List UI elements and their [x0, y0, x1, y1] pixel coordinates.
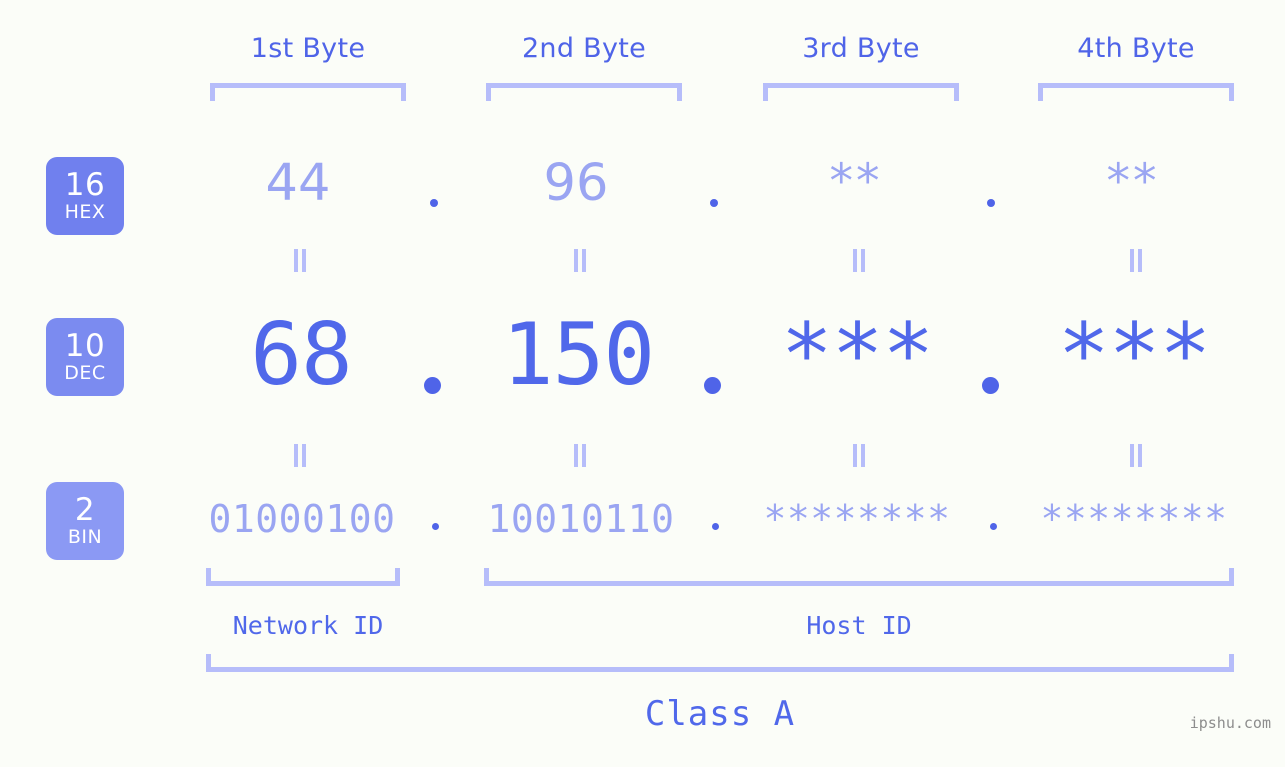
base-badge-bin[interactable]: 2 BIN [46, 482, 124, 560]
equals-mark-dec-bin-2 [573, 444, 587, 467]
dec-octet-2: 150 [501, 305, 655, 405]
dec-octet-3: *** [780, 305, 934, 405]
network-id-bracket [206, 568, 400, 586]
equals-mark-hex-dec-4 [1129, 249, 1143, 272]
bin-separator-dot-2 [712, 523, 719, 530]
hex-octet-3: ** [829, 154, 883, 209]
base-badge-hex-name: HEX [64, 201, 106, 223]
byte-header-label-1: 1st Byte [250, 33, 366, 64]
equals-mark-hex-dec-3 [852, 249, 866, 272]
dec-separator-dot-1 [424, 377, 441, 394]
bin-octet-4: ******** [1040, 497, 1228, 541]
byte-bracket-top-3 [763, 83, 959, 101]
equals-mark-dec-bin-4 [1129, 444, 1143, 467]
class-bracket [206, 654, 1234, 672]
hex-separator-dot-2 [710, 199, 718, 207]
byte-header-label-3: 3rd Byte [802, 33, 920, 64]
hex-octet-4: ** [1106, 154, 1160, 209]
bin-octet-2: 10010110 [487, 497, 675, 541]
byte-header-label-2: 2nd Byte [521, 33, 647, 64]
hex-octet-2: 96 [543, 154, 609, 213]
base-badge-bin-number: 2 [74, 492, 96, 528]
dec-separator-dot-3 [982, 377, 999, 394]
hex-separator-dot-1 [430, 199, 438, 207]
base-badge-dec-name: DEC [64, 362, 106, 384]
ip-address-breakdown-diagram: 1st Byte 2nd Byte 3rd Byte 4th Byte 16 H… [0, 0, 1285, 767]
host-id-bracket [484, 568, 1234, 586]
base-badge-dec-number: 10 [64, 328, 106, 364]
dec-octet-1: 68 [250, 305, 353, 405]
bin-separator-dot-1 [432, 523, 439, 530]
hex-separator-dot-3 [987, 199, 995, 207]
byte-bracket-top-4 [1038, 83, 1234, 101]
hex-octet-1: 44 [265, 154, 331, 213]
base-badge-dec[interactable]: 10 DEC [46, 318, 124, 396]
byte-bracket-top-1 [210, 83, 406, 101]
bin-separator-dot-3 [990, 523, 997, 530]
watermark-ipshu: ipshu.com [1189, 714, 1271, 732]
equals-mark-hex-dec-1 [293, 249, 307, 272]
bin-octet-1: 01000100 [208, 497, 396, 541]
base-badge-bin-name: BIN [67, 526, 103, 548]
base-badge-hex-number: 16 [64, 167, 106, 203]
dec-separator-dot-2 [704, 377, 721, 394]
network-id-label: Network ID [232, 611, 384, 640]
base-badge-hex[interactable]: 16 HEX [46, 157, 124, 235]
dec-octet-4: *** [1057, 305, 1211, 405]
equals-mark-hex-dec-2 [573, 249, 587, 272]
equals-mark-dec-bin-3 [852, 444, 866, 467]
host-id-label: Host ID [806, 611, 912, 640]
class-label: Class A [644, 694, 796, 734]
equals-mark-dec-bin-1 [293, 444, 307, 467]
bin-octet-3: ******** [763, 497, 951, 541]
byte-bracket-top-2 [486, 83, 682, 101]
byte-header-label-4: 4th Byte [1077, 33, 1195, 64]
